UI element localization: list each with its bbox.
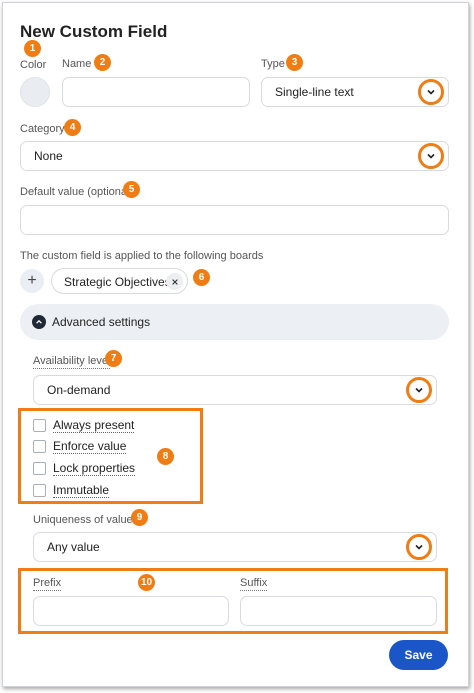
save-button[interactable]: Save xyxy=(389,640,448,670)
category-select[interactable]: None xyxy=(20,141,449,171)
board-chip: Strategic Objectives xyxy=(51,268,188,294)
color-swatch-button[interactable] xyxy=(20,77,50,107)
prefix-input[interactable] xyxy=(33,596,229,626)
suffix-input[interactable] xyxy=(240,596,437,626)
callout-badge-8: 8 xyxy=(157,448,174,465)
availability-dropdown-toggle[interactable] xyxy=(406,377,432,403)
uniqueness-value: Any value xyxy=(47,540,100,554)
callout-badge-5: 5 xyxy=(123,181,140,198)
page-title: New Custom Field xyxy=(20,22,168,41)
close-icon xyxy=(171,278,178,285)
uniqueness-label: Uniqueness of values xyxy=(33,514,139,526)
callout-badge-10: 10 xyxy=(138,574,155,591)
always-present-option[interactable]: Always present xyxy=(33,418,135,433)
chevron-up-icon xyxy=(32,315,46,329)
default-value-label: Default value (optional) xyxy=(20,186,134,198)
callout-badge-3: 3 xyxy=(286,54,303,71)
suffix-label: Suffix xyxy=(240,577,268,591)
advanced-settings-label: Advanced settings xyxy=(52,315,151,329)
add-board-button[interactable]: + xyxy=(20,269,44,293)
enforce-value-label: Enforce value xyxy=(53,439,127,454)
callout-badge-9: 9 xyxy=(131,509,148,526)
type-dropdown-toggle[interactable] xyxy=(418,79,444,105)
always-present-checkbox[interactable] xyxy=(33,419,46,432)
category-label: Category xyxy=(20,123,65,135)
callout-badge-7: 7 xyxy=(105,350,122,367)
dialog-frame: New Custom Field 1 Color Name 2 Type 3 S… xyxy=(2,2,469,687)
default-value-input[interactable] xyxy=(20,205,449,235)
enforce-value-checkbox[interactable] xyxy=(33,440,46,453)
advanced-settings-toggle[interactable]: Advanced settings xyxy=(20,304,449,340)
callout-badge-2: 2 xyxy=(94,54,111,71)
chevron-down-icon xyxy=(415,387,423,393)
prefix-label: Prefix xyxy=(33,577,62,591)
category-value: None xyxy=(34,149,63,163)
type-select[interactable]: Single-line text xyxy=(261,77,449,107)
immutable-checkbox[interactable] xyxy=(33,484,46,497)
immutable-label: Immutable xyxy=(53,483,110,498)
always-present-label: Always present xyxy=(53,418,135,433)
lock-properties-label: Lock properties xyxy=(53,461,136,476)
lock-properties-option[interactable]: Lock properties xyxy=(33,461,136,476)
type-label: Type xyxy=(261,58,285,70)
uniqueness-select[interactable]: Any value xyxy=(33,532,437,562)
immutable-option[interactable]: Immutable xyxy=(33,483,110,498)
type-value: Single-line text xyxy=(275,85,354,99)
chevron-down-icon xyxy=(427,89,435,95)
lock-properties-checkbox[interactable] xyxy=(33,462,46,475)
uniqueness-dropdown-toggle[interactable] xyxy=(406,534,432,560)
chevron-down-icon xyxy=(427,153,435,159)
boards-label: The custom field is applied to the follo… xyxy=(20,250,264,262)
callout-badge-4: 4 xyxy=(64,119,81,136)
enforce-value-option[interactable]: Enforce value xyxy=(33,439,127,454)
category-dropdown-toggle[interactable] xyxy=(418,143,444,169)
name-label: Name xyxy=(62,58,92,70)
availability-value: On-demand xyxy=(47,383,111,397)
name-input[interactable] xyxy=(62,77,250,107)
board-chip-label: Strategic Objectives xyxy=(64,275,171,289)
remove-board-button[interactable] xyxy=(166,273,183,290)
callout-badge-1: 1 xyxy=(24,40,41,57)
chevron-down-icon xyxy=(415,544,423,550)
callout-badge-6: 6 xyxy=(193,269,210,286)
color-label: Color xyxy=(20,59,47,71)
availability-label: Availability level xyxy=(33,355,111,369)
availability-select[interactable]: On-demand xyxy=(33,375,437,405)
